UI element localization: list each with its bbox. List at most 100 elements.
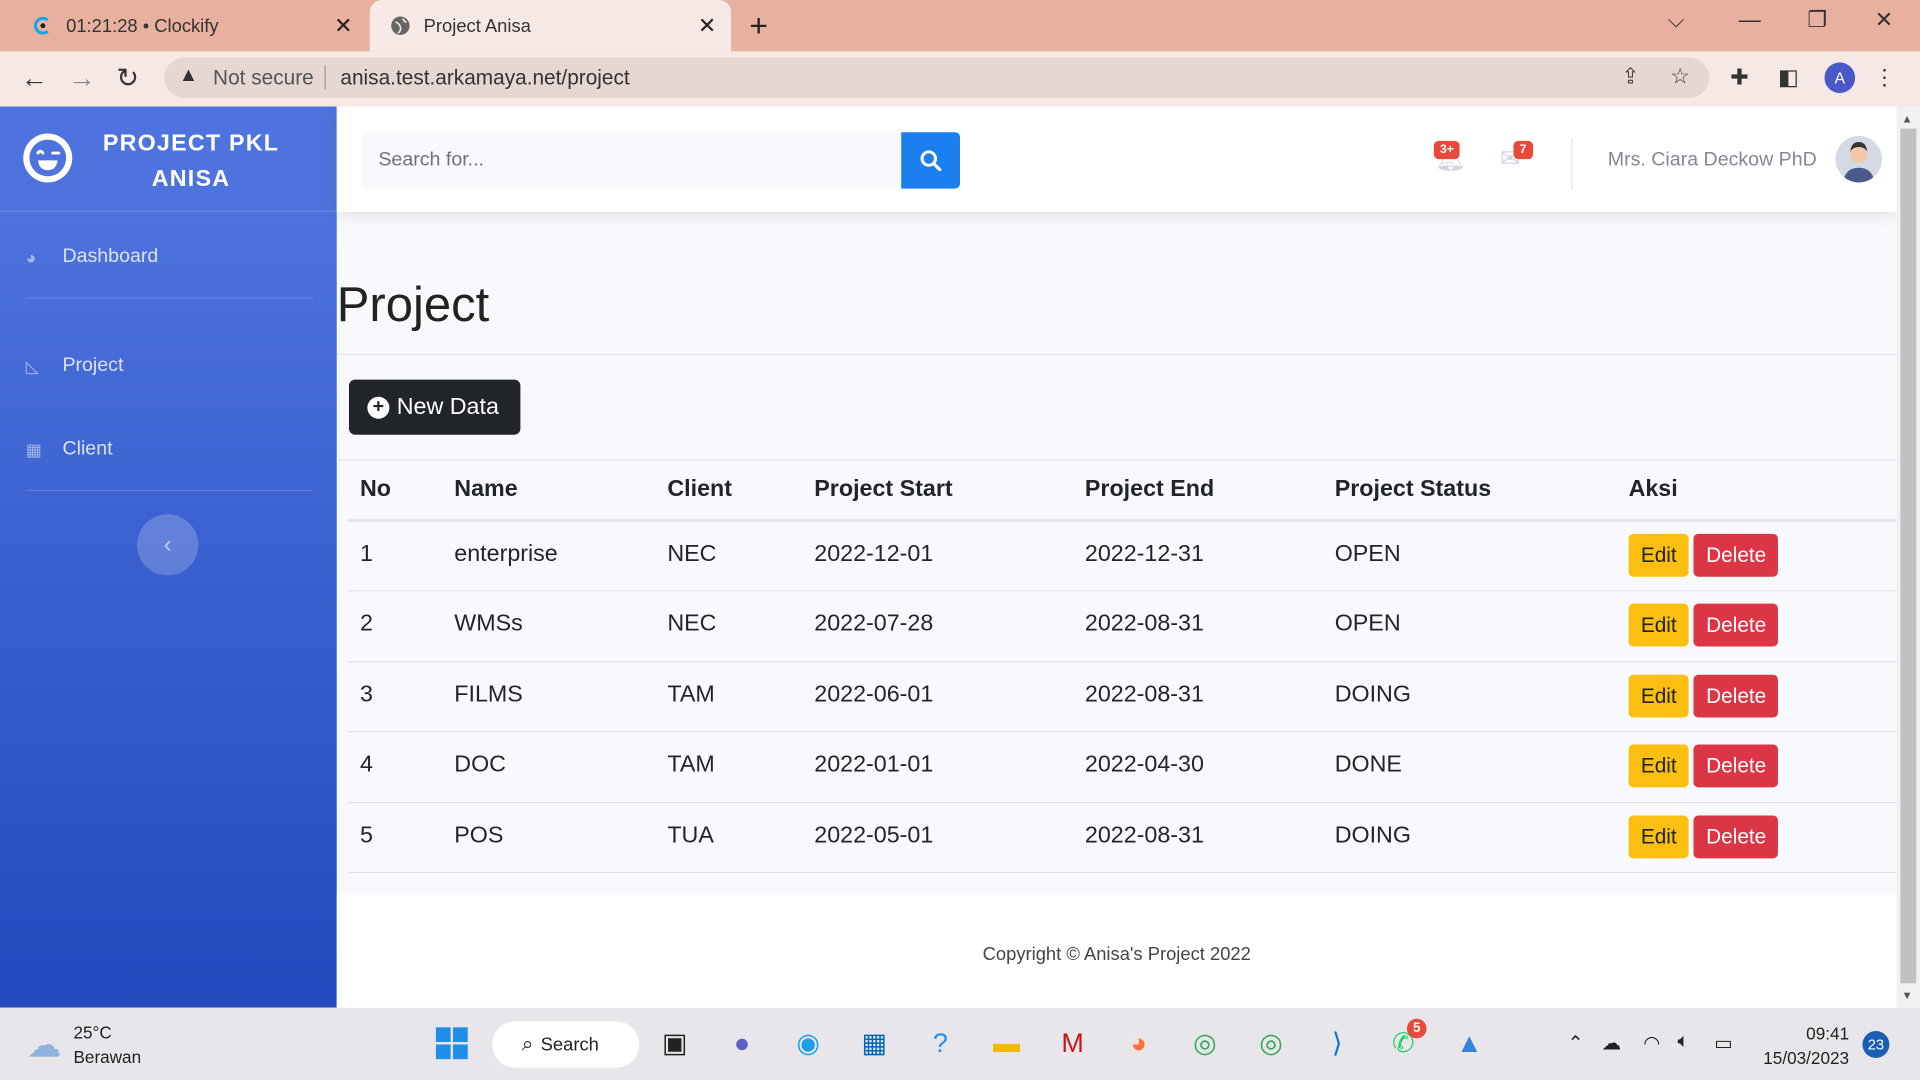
edit-button[interactable]: Edit: [1628, 674, 1689, 717]
edit-button[interactable]: Edit: [1628, 533, 1689, 577]
search-field: [361, 132, 903, 189]
chrome-profile-icon[interactable]: ◎: [1253, 1025, 1290, 1062]
table-row: 2 WMSs NEC 2022-07-28 2022-08-31 OPEN Ed…: [347, 590, 1897, 662]
firefox-icon[interactable]: ◕: [1120, 1025, 1157, 1062]
close-tab-icon[interactable]: ✕: [698, 13, 716, 39]
edge-icon[interactable]: ◉: [790, 1025, 827, 1062]
chevron-up-icon[interactable]: ⌃: [1567, 1031, 1583, 1055]
cell-end: 2022-08-31: [1072, 802, 1323, 874]
file-explorer-icon[interactable]: ▬: [988, 1025, 1025, 1062]
profile-avatar[interactable]: A: [1824, 62, 1856, 94]
search-icon: [920, 150, 942, 172]
new-data-label: New Data: [396, 393, 499, 420]
search-icon: ⌕: [521, 1032, 534, 1056]
cell-start: 2022-07-28: [802, 590, 1073, 662]
share-icon[interactable]: ⇪: [1621, 64, 1639, 90]
tab-search-icon[interactable]: ⌵: [1668, 7, 1685, 33]
cell-name: FILMS: [442, 661, 656, 733]
cell-actions: Edit Delete: [1616, 731, 1897, 803]
title-divider: [336, 353, 1897, 356]
taskbar-search-label: Search: [540, 1034, 599, 1055]
edit-button[interactable]: Edit: [1628, 814, 1689, 858]
volume-icon[interactable]: 🔈︎: [1678, 1031, 1690, 1053]
table-row: 4 DOC TAM 2022-01-01 2022-04-30 DONE Edi…: [347, 731, 1897, 803]
scrollbar-thumb[interactable]: [1900, 128, 1917, 984]
wifi-icon[interactable]: ◠: [1643, 1031, 1660, 1055]
scroll-up-icon[interactable]: ▲: [1902, 113, 1913, 125]
notification-badge[interactable]: 23: [1862, 1031, 1890, 1058]
teams-chat-icon[interactable]: ●: [724, 1025, 761, 1062]
reload-icon[interactable]: ↻: [116, 62, 139, 94]
side-panel-icon[interactable]: ◧: [1778, 65, 1799, 91]
column-header: Aksi: [1616, 459, 1897, 522]
close-tab-icon[interactable]: ✕: [334, 13, 352, 39]
new-data-button[interactable]: + New Data: [348, 379, 521, 435]
cell-client: TAM: [655, 661, 803, 733]
chrome-icon[interactable]: ◎: [1187, 1025, 1224, 1062]
star-icon[interactable]: ☆: [1670, 64, 1690, 90]
edit-button[interactable]: Edit: [1628, 603, 1689, 647]
system-clock[interactable]: 09:41 15/03/2023: [1763, 1021, 1849, 1070]
close-window-icon[interactable]: ✕: [1875, 7, 1893, 33]
tab-clockify[interactable]: 01:21:28 • Clockify ✕: [12, 0, 367, 51]
plus-circle-icon: +: [367, 396, 390, 419]
web-page: PROJECT PKL ANISA ◕ Dashboard ◺ Project …: [0, 106, 1897, 1008]
url-text[interactable]: anisa.test.arkamaya.net/project: [340, 66, 629, 90]
store-icon[interactable]: ▦: [856, 1025, 893, 1062]
user-avatar[interactable]: [1835, 135, 1883, 183]
delete-button[interactable]: Delete: [1693, 744, 1779, 788]
search-button[interactable]: [901, 132, 961, 189]
mcafee-icon[interactable]: M: [1054, 1025, 1091, 1062]
sidebar-brand[interactable]: PROJECT PKL ANISA: [0, 107, 337, 212]
weather-widget[interactable]: ☁ 25°C Berawan: [27, 1020, 141, 1069]
battery-icon[interactable]: ▭: [1714, 1031, 1733, 1055]
laugh-wink-icon: [23, 133, 73, 183]
user-name[interactable]: Mrs. Ciara Deckow PhD: [1608, 149, 1817, 171]
tab-project-anisa[interactable]: Project Anisa ✕: [369, 0, 732, 52]
taskbar-search[interactable]: ⌕ Search: [492, 1021, 640, 1068]
delete-button[interactable]: Delete: [1693, 814, 1779, 858]
sidebar-toggle-button[interactable]: ‹: [137, 514, 199, 576]
task-view-icon[interactable]: ▣: [656, 1025, 693, 1062]
menu-icon[interactable]: ⋮: [1873, 65, 1895, 91]
cell-client: NEC: [655, 520, 803, 592]
tab-title: 01:21:28 • Clockify: [66, 15, 219, 37]
delete-button[interactable]: Delete: [1693, 533, 1779, 577]
table-row: 5 POS TUA 2022-05-01 2022-08-31 DOING Ed…: [347, 802, 1897, 874]
minimize-icon[interactable]: —: [1739, 7, 1761, 33]
extensions-icon[interactable]: ✚: [1730, 65, 1748, 91]
footer: Copyright © Anisa's Project 2022: [336, 895, 1897, 1008]
sidebar-item-client[interactable]: ▦ Client: [26, 438, 113, 460]
onedrive-icon[interactable]: ☁: [1602, 1031, 1622, 1055]
cell-no: 5: [347, 802, 443, 874]
help-icon[interactable]: ?: [922, 1025, 959, 1062]
new-tab-icon[interactable]: +: [749, 7, 768, 45]
search-input[interactable]: [361, 132, 903, 189]
cell-start: 2022-06-01: [802, 661, 1073, 733]
sidebar-item-dashboard[interactable]: ◕ Dashboard: [26, 246, 159, 268]
restore-icon[interactable]: ❐: [1807, 7, 1827, 33]
sidebar-item-label: Dashboard: [62, 246, 159, 267]
vscode-icon[interactable]: ⟩: [1319, 1025, 1356, 1062]
forward-icon[interactable]: →: [69, 62, 96, 94]
table-row: 1 enterprise NEC 2022-12-01 2022-12-31 O…: [347, 520, 1897, 592]
edit-button[interactable]: Edit: [1628, 744, 1689, 788]
sidebar-item-project[interactable]: ◺ Project: [26, 355, 124, 377]
windows-start-icon[interactable]: [433, 1025, 470, 1062]
delete-button[interactable]: Delete: [1693, 603, 1779, 647]
copyright-text: Copyright © Anisa's Project 2022: [982, 944, 1251, 965]
windows-taskbar: ☁ 25°C Berawan ⌕ Search ▣ ● ◉ ▦ ? ▬ M ◕ …: [0, 1007, 1920, 1080]
column-header: Project End: [1072, 459, 1323, 522]
omnibox[interactable]: ▲ Not secure anisa.test.arkamaya.net/pro…: [164, 57, 1710, 98]
topbar: 🔔︎ 3+ ✉ 7 Mrs. Ciara Deckow PhD: [336, 106, 1897, 212]
delete-button[interactable]: Delete: [1693, 674, 1779, 717]
page-scrollbar[interactable]: ▲ ▼: [1896, 106, 1920, 1008]
cell-start: 2022-01-01: [802, 731, 1073, 803]
scroll-down-icon[interactable]: ▼: [1902, 989, 1913, 1001]
tab-title: Project Anisa: [423, 15, 531, 37]
clock-time: 09:41: [1806, 1023, 1850, 1044]
photos-icon[interactable]: ▲: [1451, 1025, 1488, 1062]
project-table: No Name Client Project Start Project End…: [347, 459, 1897, 874]
back-icon[interactable]: ←: [21, 62, 48, 94]
globe-icon: [389, 15, 411, 37]
